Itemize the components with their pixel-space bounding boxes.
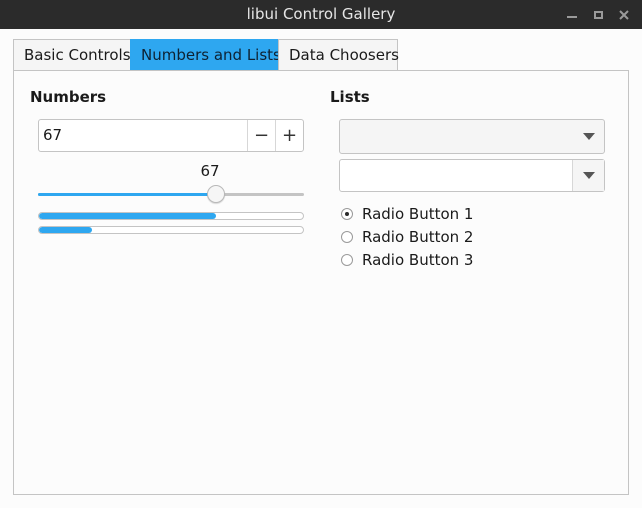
- numbers-section-title: Numbers: [30, 88, 107, 106]
- editable-combobox-input[interactable]: [340, 160, 572, 191]
- slider-fill: [38, 193, 217, 196]
- window-title: libui Control Gallery: [246, 5, 396, 23]
- value-slider[interactable]: [38, 185, 304, 203]
- tab-panel: Numbers 67 − + 67 Lists Radio Button 1 R…: [13, 70, 629, 495]
- decrement-button[interactable]: −: [247, 120, 275, 151]
- increment-button[interactable]: +: [275, 120, 303, 151]
- title-bar: libui Control Gallery: [0, 0, 642, 29]
- tab-data-choosers[interactable]: Data Choosers: [278, 39, 399, 71]
- maximize-icon[interactable]: [589, 0, 607, 29]
- progress-bar-1: [38, 212, 304, 220]
- slider-value-label: 67: [200, 162, 220, 180]
- radio-button-1[interactable]: Radio Button 1: [341, 202, 473, 225]
- close-icon[interactable]: [615, 0, 633, 29]
- minus-icon: −: [253, 125, 270, 146]
- lists-section-title: Lists: [330, 88, 370, 106]
- radio-indicator-icon[interactable]: [341, 207, 353, 220]
- radio-group: Radio Button 1 Radio Button 2 Radio Butt…: [341, 202, 473, 271]
- plus-icon: +: [281, 125, 298, 146]
- radio-indicator-icon[interactable]: [341, 253, 353, 266]
- tab-numbers-and-lists[interactable]: Numbers and Lists: [130, 39, 281, 71]
- window-body: Basic Controls Numbers and Lists Data Ch…: [0, 29, 642, 508]
- progress-fill-1: [39, 213, 216, 219]
- radio-indicator-icon[interactable]: [341, 230, 353, 243]
- combobox[interactable]: [339, 119, 605, 154]
- number-spinbox[interactable]: 67 − +: [38, 119, 304, 152]
- tab-basic-controls[interactable]: Basic Controls: [13, 39, 131, 71]
- editable-combobox[interactable]: [339, 159, 605, 192]
- radio-label: Radio Button 1: [362, 204, 474, 223]
- dropdown-arrow-icon: [583, 133, 595, 140]
- radio-label: Radio Button 3: [362, 250, 474, 269]
- tab-bar: Basic Controls Numbers and Lists Data Ch…: [13, 39, 399, 71]
- spinbox-input[interactable]: 67: [39, 120, 247, 151]
- progress-fill-2: [39, 227, 92, 233]
- dropdown-arrow-icon: [582, 172, 595, 179]
- minimize-icon[interactable]: [563, 0, 581, 29]
- editable-combobox-dropdown-button[interactable]: [572, 160, 604, 191]
- progress-bar-2: [38, 226, 304, 234]
- radio-button-3[interactable]: Radio Button 3: [341, 248, 473, 271]
- slider-handle[interactable]: [207, 185, 226, 203]
- radio-button-2[interactable]: Radio Button 2: [341, 225, 473, 248]
- radio-label: Radio Button 2: [362, 227, 474, 246]
